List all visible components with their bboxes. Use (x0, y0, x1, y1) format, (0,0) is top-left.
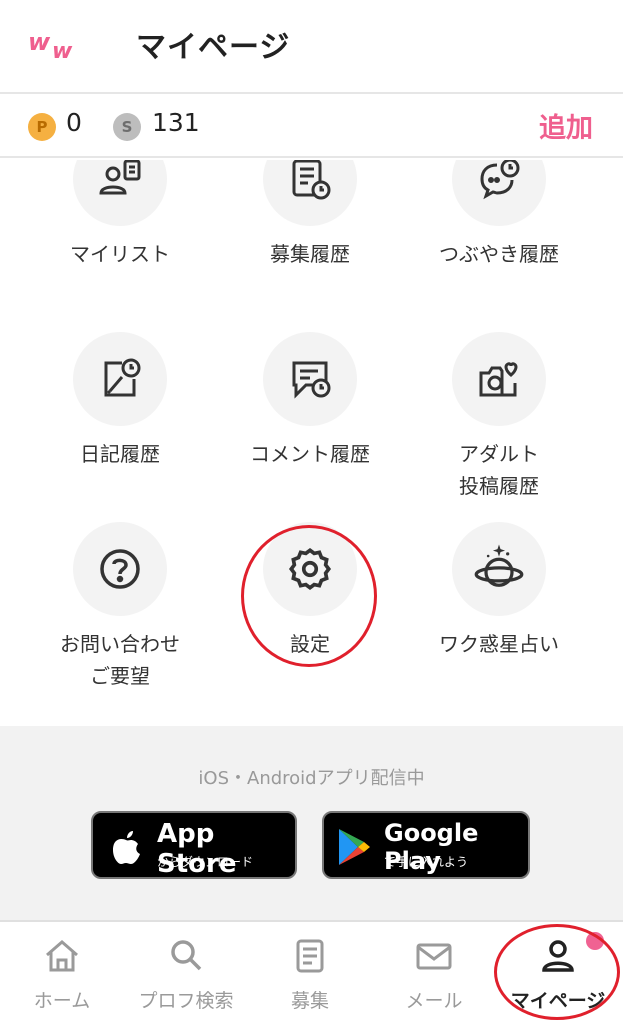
notification-dot (586, 932, 604, 950)
menu-item-label: 募集履歴 (270, 242, 350, 266)
menu-item-circle (452, 522, 546, 616)
home-icon (46, 940, 78, 972)
menu-item-label: つぶやき履歴 (439, 242, 559, 266)
menu-item-settings[interactable]: 設定 (210, 522, 410, 660)
p-coin-icon: P (28, 113, 56, 141)
menu-item-circle (73, 160, 167, 226)
promo-text: iOS・Androidアプリ配信中 (198, 768, 425, 789)
svg-text:w: w (52, 39, 73, 62)
nav-recruit[interactable]: 募集 (248, 922, 372, 1024)
menu-item-circle (263, 160, 357, 226)
nav-label: 募集 (290, 990, 329, 1012)
chat-clock-icon (480, 160, 520, 200)
menu-item-tweet-history[interactable]: つぶやき履歴 (399, 160, 599, 270)
header: w w マイページ (0, 0, 623, 94)
menu-item-mylist[interactable]: マイリスト (20, 160, 220, 270)
menu-item-label: ワク惑星占い (439, 632, 559, 656)
s-point-value: 131 (152, 108, 200, 137)
document-clock-icon (292, 160, 331, 200)
s-coin-icon: S (113, 113, 141, 141)
user-list-icon (99, 160, 141, 195)
nav-label: メール (405, 990, 463, 1012)
nav-mail[interactable]: メール (372, 922, 496, 1024)
mail-icon (416, 943, 452, 970)
comment-clock-icon (292, 361, 331, 399)
menu-item-circle (73, 522, 167, 616)
menu-item-fortune[interactable]: ワク惑星占い (399, 522, 599, 660)
nav-profile-search[interactable]: プロフ検索 (124, 922, 248, 1024)
menu-item-adult-history[interactable]: アダルト 投稿履歴 (399, 332, 599, 502)
search-icon (171, 940, 202, 971)
apple-icon (113, 831, 140, 864)
menu-item-label: 設定 (290, 632, 330, 656)
bottom-nav: ホーム プロフ検索 募集 メール マイページ (0, 920, 623, 1024)
nav-mypage[interactable]: マイページ (496, 922, 620, 1024)
menu-item-circle (73, 332, 167, 426)
app-store-title: App Store (157, 819, 237, 879)
gear-icon (288, 547, 332, 591)
menu-item-comment-history[interactable]: コメント履歴 (210, 332, 410, 470)
app-promo: iOS・Androidアプリ配信中 App Store からダウンロード Goo… (0, 726, 623, 920)
diary-clock-icon (104, 358, 141, 397)
nav-home[interactable]: ホーム (0, 922, 124, 1024)
page-title: マイページ (136, 30, 291, 65)
nav-label: ホーム (33, 990, 91, 1012)
google-play-subtitle: で手に入れよう (384, 855, 469, 869)
nav-label: マイページ (510, 990, 606, 1012)
google-play-icon (339, 829, 370, 865)
menu-item-diary-history[interactable]: 日記履歴 (20, 332, 220, 470)
camera-heart-icon (479, 362, 518, 397)
menu-item-label: 日記履歴 (80, 442, 160, 466)
svg-text:w: w (28, 28, 51, 56)
menu-item-circle (452, 332, 546, 426)
list-document-icon (296, 939, 324, 973)
menu-item-label: お問い合わせ ご要望 (60, 632, 180, 688)
google-play-button[interactable]: Google Play で手に入れよう (322, 811, 530, 879)
app-store-subtitle: からダウンロード (157, 855, 254, 869)
user-icon (542, 940, 574, 972)
menu-item-circle (263, 332, 357, 426)
logo-icon[interactable]: w w (26, 28, 82, 62)
menu-item-circle (263, 522, 357, 616)
nav-label: プロフ検索 (138, 990, 234, 1012)
question-circle-icon (100, 549, 140, 589)
add-points-link[interactable]: 追加 (539, 106, 593, 145)
menu-grid: マイリスト 募集履歴 つぶやき履歴 日記履歴 コメント履歴 アダルト 投稿履歴 … (0, 160, 623, 726)
planet-icon (474, 544, 524, 587)
menu-item-label: アダルト 投稿履歴 (459, 442, 539, 498)
menu-item-label: マイリスト (70, 242, 170, 266)
menu-item-contact[interactable]: お問い合わせ ご要望 (20, 522, 220, 692)
menu-item-label: コメント履歴 (250, 442, 370, 466)
p-point-value: 0 (66, 108, 82, 137)
points-bar: P 0 S 131 追加 (0, 96, 623, 158)
menu-item-circle (452, 160, 546, 226)
menu-item-recruit-history[interactable]: 募集履歴 (210, 160, 410, 270)
app-store-button[interactable]: App Store からダウンロード (91, 811, 297, 879)
